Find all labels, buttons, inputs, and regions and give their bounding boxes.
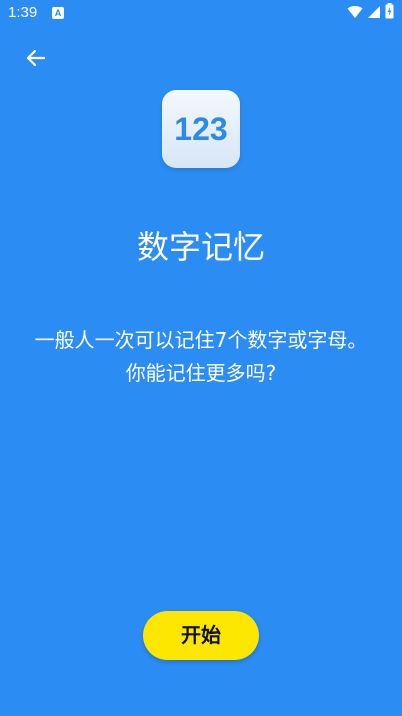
arrow-left-icon bbox=[20, 49, 52, 76]
status-icons bbox=[347, 3, 394, 23]
start-button[interactable]: 开始 bbox=[143, 611, 259, 660]
game-icon-label: 123 bbox=[174, 111, 228, 147]
battery-charging-icon bbox=[385, 3, 394, 23]
number-memory-game-icon: 123 bbox=[162, 90, 240, 168]
back-button[interactable] bbox=[20, 44, 52, 72]
wifi-icon bbox=[347, 4, 363, 23]
status-bar: 1:39 A bbox=[0, 0, 402, 26]
page-title: 数字记忆 bbox=[136, 228, 265, 266]
game-description: 一般人一次可以记住7个数字或字母。你能记住更多吗? bbox=[34, 328, 368, 385]
notification-app-icon: A bbox=[52, 7, 64, 19]
signal-icon bbox=[367, 4, 381, 23]
status-time: 1:39 bbox=[8, 4, 38, 21]
